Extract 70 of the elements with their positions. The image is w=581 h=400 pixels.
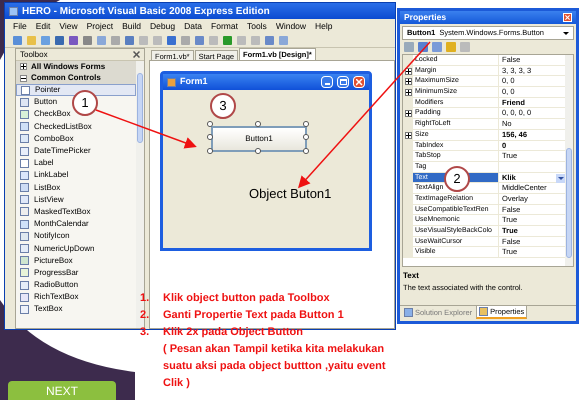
group-label: All Windows Forms [31, 60, 106, 73]
toolbox-group[interactable]: Common Controls [16, 72, 136, 84]
form-icon [167, 78, 176, 86]
menu-item[interactable]: Window [276, 20, 306, 32]
resize-handle[interactable] [207, 134, 213, 140]
close-button[interactable] [353, 76, 365, 88]
toolbox-item[interactable]: MonthCalendar [16, 218, 91, 230]
group-label: Common Controls [31, 72, 101, 84]
menu-item[interactable]: Format [211, 20, 238, 32]
toolbox-item[interactable]: ListView [16, 194, 66, 206]
menu-item[interactable]: Edit [36, 20, 50, 32]
step-text: Ganti Propertie Text pada Button 1 [163, 308, 344, 323]
toolbox-item[interactable]: NumericUpDown [16, 242, 96, 255]
menu-item[interactable]: Build [122, 20, 142, 32]
resize-handle[interactable] [207, 148, 213, 154]
close-icon[interactable] [133, 51, 140, 58]
toolbox-group[interactable]: All Windows Forms [16, 61, 136, 72]
toolbox-item[interactable]: NotifyIcon [16, 230, 72, 242]
form-button[interactable]: Button1 [211, 126, 307, 152]
expand-icon[interactable] [20, 63, 27, 70]
toolbox-item[interactable]: CheckedListBox [16, 120, 94, 133]
menu-item[interactable]: Project [86, 20, 114, 32]
toolbox-item[interactable]: ListBox [16, 182, 62, 194]
dropdown-icon [563, 32, 569, 34]
menu-item[interactable]: Help [315, 20, 333, 32]
resize-handle[interactable] [255, 121, 261, 127]
toolbox-item[interactable]: ProgressBar [16, 266, 80, 279]
toolbox-item[interactable]: RichTextBox [16, 291, 80, 304]
toolbox-item[interactable]: RadioButton [16, 279, 80, 292]
window-icon [404, 308, 413, 317]
step-number: 2. [140, 308, 150, 323]
toolbox-item[interactable]: DateTimePicker [16, 144, 93, 158]
toolbox-item[interactable]: Button [16, 96, 60, 108]
panel-title: Properties [404, 11, 446, 24]
resize-handle[interactable] [303, 121, 309, 127]
toolbox-item[interactable]: PictureBox [16, 254, 75, 267]
minimize-button[interactable] [321, 76, 333, 88]
scrollbar[interactable] [565, 55, 573, 266]
menu-item[interactable]: File [13, 20, 27, 32]
menu-item[interactable]: Data [184, 20, 202, 32]
panel-title: Toolbox [20, 48, 48, 60]
collapse-icon[interactable] [20, 74, 27, 82]
expand-icon[interactable] [404, 78, 412, 86]
toolbox-item[interactable]: ComboBox [16, 132, 76, 145]
menu-item[interactable]: Tools [246, 20, 267, 32]
expand-icon[interactable] [404, 110, 412, 118]
expand-icon[interactable] [404, 88, 412, 96]
resize-handle[interactable] [207, 121, 213, 127]
dropdown-button[interactable] [556, 174, 565, 183]
step-text: Klik object button pada Toolbox [163, 291, 330, 306]
toolbox-item[interactable]: TextBox [16, 303, 64, 316]
menu-item[interactable]: View [59, 20, 78, 32]
maximize-button[interactable] [337, 76, 349, 88]
toolbox-item[interactable]: Label [16, 157, 56, 170]
toolbox-item[interactable]: Pointer [16, 84, 136, 96]
window-title: HERO - Microsoft Visual Basic 2008 Express Edition [22, 4, 270, 18]
window-icon [479, 307, 488, 316]
toolbox-item[interactable]: MaskedTextBox [16, 206, 92, 218]
caption-text: Object Buton1 [249, 185, 332, 203]
app-icon [9, 6, 18, 16]
menu-item[interactable]: Debug [150, 20, 176, 32]
form-title: Form1 [180, 75, 209, 88]
step-note: ( Pesan akan Tampil ketika kita melakukan suatu aksi pada object buttton ,yaitu event Clik ) [163, 342, 386, 391]
step-number: 1. [140, 291, 150, 306]
description-title: Text [403, 270, 420, 282]
toolbox-item[interactable]: LinkLabel [16, 169, 70, 182]
toolbox-item[interactable]: CheckBox [16, 108, 72, 121]
expand-icon[interactable] [404, 132, 412, 139]
resize-handle[interactable] [303, 148, 309, 154]
close-button[interactable] [563, 13, 572, 22]
